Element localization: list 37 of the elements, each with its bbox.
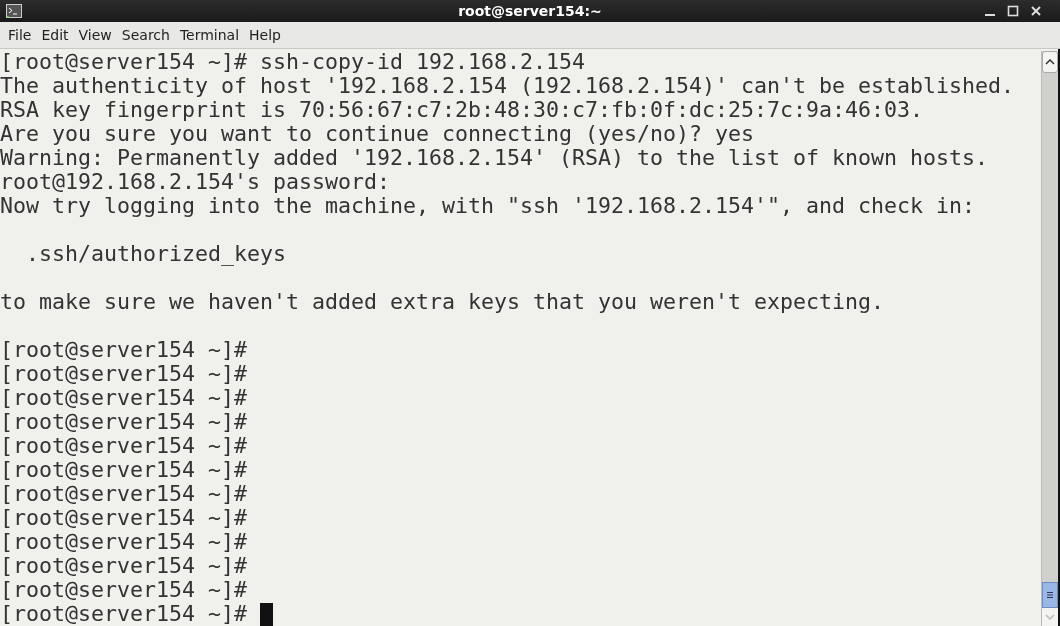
menu-item[interactable]: File — [3, 25, 37, 45]
menu-item[interactable]: View — [73, 25, 117, 45]
menu-item[interactable]: Search — [116, 25, 175, 45]
scrollbar[interactable] — [1041, 51, 1058, 626]
menu-item[interactable]: Help — [244, 25, 286, 45]
grip-icon — [1046, 591, 1054, 599]
terminal-line: [root@server154 ~]# — [0, 434, 247, 458]
maximize-icon[interactable] — [1007, 5, 1019, 17]
terminal-line: Are you sure you want to continue connecting (yes/no)? yes — [0, 122, 755, 146]
terminal-icon — [6, 4, 22, 18]
terminal-line: RSA key fingerprint is 70:56:67:c7:2b:48:30:c7:fb:0f:dc:25:7c:9a:46:03. — [0, 98, 924, 122]
terminal-line: [root@server154 ~]# — [0, 410, 247, 434]
terminal-line: Warning: Permanently added '192.168.2.154' (RSA) to the list of known hosts. — [0, 146, 989, 170]
terminal-line: [root@server154 ~]# — [0, 530, 247, 554]
terminal-line: The authenticity of host '192.168.2.154 (192.168.2.154)' can't be established. — [0, 74, 1015, 98]
terminal-line: [root@server154 ~]# — [0, 338, 247, 362]
terminal-line: [root@server154 ~]# — [0, 602, 247, 626]
terminal-line: [root@server154 ~]# — [0, 554, 247, 578]
terminal-line: [root@server154 ~]# ssh-copy-id 192.168.2.154 — [0, 50, 586, 74]
terminal-line: [root@server154 ~]# — [0, 506, 247, 530]
terminal-line: [root@server154 ~]# — [0, 482, 247, 506]
terminal-line: [root@server154 ~]# — [0, 578, 247, 602]
terminal-line: Now try logging into the machine, with "ssh '192.168.2.154'", and check in: — [0, 194, 976, 218]
window-title: root@server154:~ — [458, 3, 602, 19]
terminal-line: root@192.168.2.154's password: — [0, 170, 391, 194]
terminal-line: to make sure we haven't added extra keys that you weren't expecting. — [0, 290, 885, 314]
scroll-up-button[interactable] — [1042, 51, 1058, 73]
menu-item[interactable]: Terminal — [174, 25, 245, 45]
terminal-line: .ssh/authorized_keys — [25, 242, 286, 266]
menu-item[interactable]: Edit — [36, 25, 74, 45]
terminal-line: [root@server154 ~]# — [0, 386, 247, 410]
terminal-line: [root@server154 ~]# — [0, 458, 247, 482]
close-icon[interactable] — [1030, 5, 1042, 17]
caret-up-icon — [1045, 59, 1055, 65]
caret-down-icon — [1045, 614, 1055, 620]
terminal-line: [root@server154 ~]# — [0, 362, 247, 386]
scroll-thumb[interactable] — [1042, 582, 1058, 608]
